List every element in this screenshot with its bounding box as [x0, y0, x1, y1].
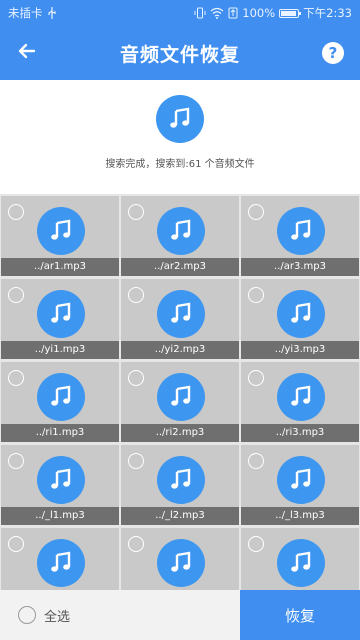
select-radio[interactable] — [128, 287, 144, 303]
select-radio[interactable] — [8, 453, 24, 469]
file-name: ../yi3.mp3 — [241, 341, 359, 359]
music-note-icon — [157, 539, 205, 587]
app-bar: 音频文件恢复 ? — [0, 26, 360, 80]
file-name: ../_l3.mp3 — [241, 507, 359, 525]
status-bar: 未插卡 100% 下午2:33 — [0, 0, 360, 26]
file-name: ../ar2.mp3 — [121, 258, 239, 276]
carrier-text: 未插卡 — [8, 6, 43, 20]
page-title: 音频文件恢复 — [119, 43, 240, 66]
file-tile[interactable]: ../ar1.mp3 — [1, 196, 119, 276]
select-radio[interactable] — [128, 370, 144, 386]
file-name: ../ar3.mp3 — [241, 258, 359, 276]
music-note-icon — [277, 207, 325, 255]
clock-text: 下午2:33 — [303, 6, 352, 20]
file-tile[interactable]: ../_l1.mp3 — [1, 445, 119, 525]
file-name: ../yi2.mp3 — [121, 341, 239, 359]
file-name: ../_l2.mp3 — [121, 507, 239, 525]
file-name: ../_l1.mp3 — [1, 507, 119, 525]
file-tile[interactable]: ../ar3.mp3 — [241, 196, 359, 276]
file-name: ../ri3.mp3 — [241, 424, 359, 442]
select-radio[interactable] — [128, 453, 144, 469]
music-note-icon — [157, 373, 205, 421]
audio-file-grid: ../ar1.mp3 ../ar2.mp3 ../ar3.mp3 ../yi1.… — [0, 194, 360, 590]
music-note-icon — [37, 207, 85, 255]
music-note-icon — [277, 290, 325, 338]
music-note-icon — [37, 456, 85, 504]
select-all-label: 全选 — [44, 609, 71, 625]
music-note-icon — [277, 373, 325, 421]
file-tile[interactable]: ../ri2.mp3 — [121, 362, 239, 442]
select-radio[interactable] — [8, 287, 24, 303]
file-tile[interactable]: ../ri1.mp3 — [1, 362, 119, 442]
help-icon: ? — [322, 42, 344, 64]
music-note-icon — [157, 207, 205, 255]
file-tile[interactable]: ../_l2.mp3 — [121, 445, 239, 525]
music-note-icon — [157, 456, 205, 504]
file-tile[interactable] — [241, 528, 359, 590]
file-tile[interactable] — [1, 528, 119, 590]
select-radio[interactable] — [248, 453, 264, 469]
wifi-icon — [210, 7, 224, 19]
file-name: ../yi1.mp3 — [1, 341, 119, 359]
music-note-icon — [156, 95, 204, 143]
select-radio[interactable] — [128, 204, 144, 220]
file-tile[interactable]: ../yi3.mp3 — [241, 279, 359, 359]
select-radio[interactable] — [248, 370, 264, 386]
vibrate-icon — [194, 7, 206, 19]
select-radio[interactable] — [248, 536, 264, 552]
file-tile[interactable]: ../ar2.mp3 — [121, 196, 239, 276]
select-radio[interactable] — [8, 370, 24, 386]
select-radio[interactable] — [248, 287, 264, 303]
select-radio[interactable] — [128, 536, 144, 552]
bottom-bar: 全选 恢复 — [0, 590, 360, 640]
music-note-icon — [37, 539, 85, 587]
file-name: ../ri2.mp3 — [121, 424, 239, 442]
music-note-icon — [37, 373, 85, 421]
select-all-radio[interactable] — [18, 606, 36, 624]
select-all-toggle[interactable]: 全选 — [0, 590, 240, 640]
usb-icon — [47, 7, 57, 19]
select-radio[interactable] — [8, 204, 24, 220]
music-note-icon — [157, 290, 205, 338]
file-tile[interactable]: ../ri3.mp3 — [241, 362, 359, 442]
file-tile[interactable]: ../yi1.mp3 — [1, 279, 119, 359]
search-result-text: 搜索完成，搜索到:61 个音频文件 — [105, 159, 255, 170]
file-name: ../ar1.mp3 — [1, 258, 119, 276]
file-tile[interactable]: ../_l3.mp3 — [241, 445, 359, 525]
battery-icon — [279, 8, 302, 18]
back-button[interactable] — [0, 26, 54, 80]
signal-icon — [228, 7, 238, 19]
search-summary: 搜索完成，搜索到:61 个音频文件 — [0, 80, 360, 194]
select-radio[interactable] — [8, 536, 24, 552]
music-note-icon — [277, 539, 325, 587]
battery-percent: 100% — [242, 6, 276, 20]
file-tile[interactable]: ../yi2.mp3 — [121, 279, 239, 359]
select-radio[interactable] — [248, 204, 264, 220]
music-note-icon — [277, 456, 325, 504]
file-tile[interactable] — [121, 528, 239, 590]
music-note-icon — [37, 290, 85, 338]
file-name: ../ri1.mp3 — [1, 424, 119, 442]
help-button[interactable]: ? — [306, 26, 360, 80]
recover-button[interactable]: 恢复 — [240, 590, 360, 640]
arrow-left-icon — [17, 41, 37, 65]
